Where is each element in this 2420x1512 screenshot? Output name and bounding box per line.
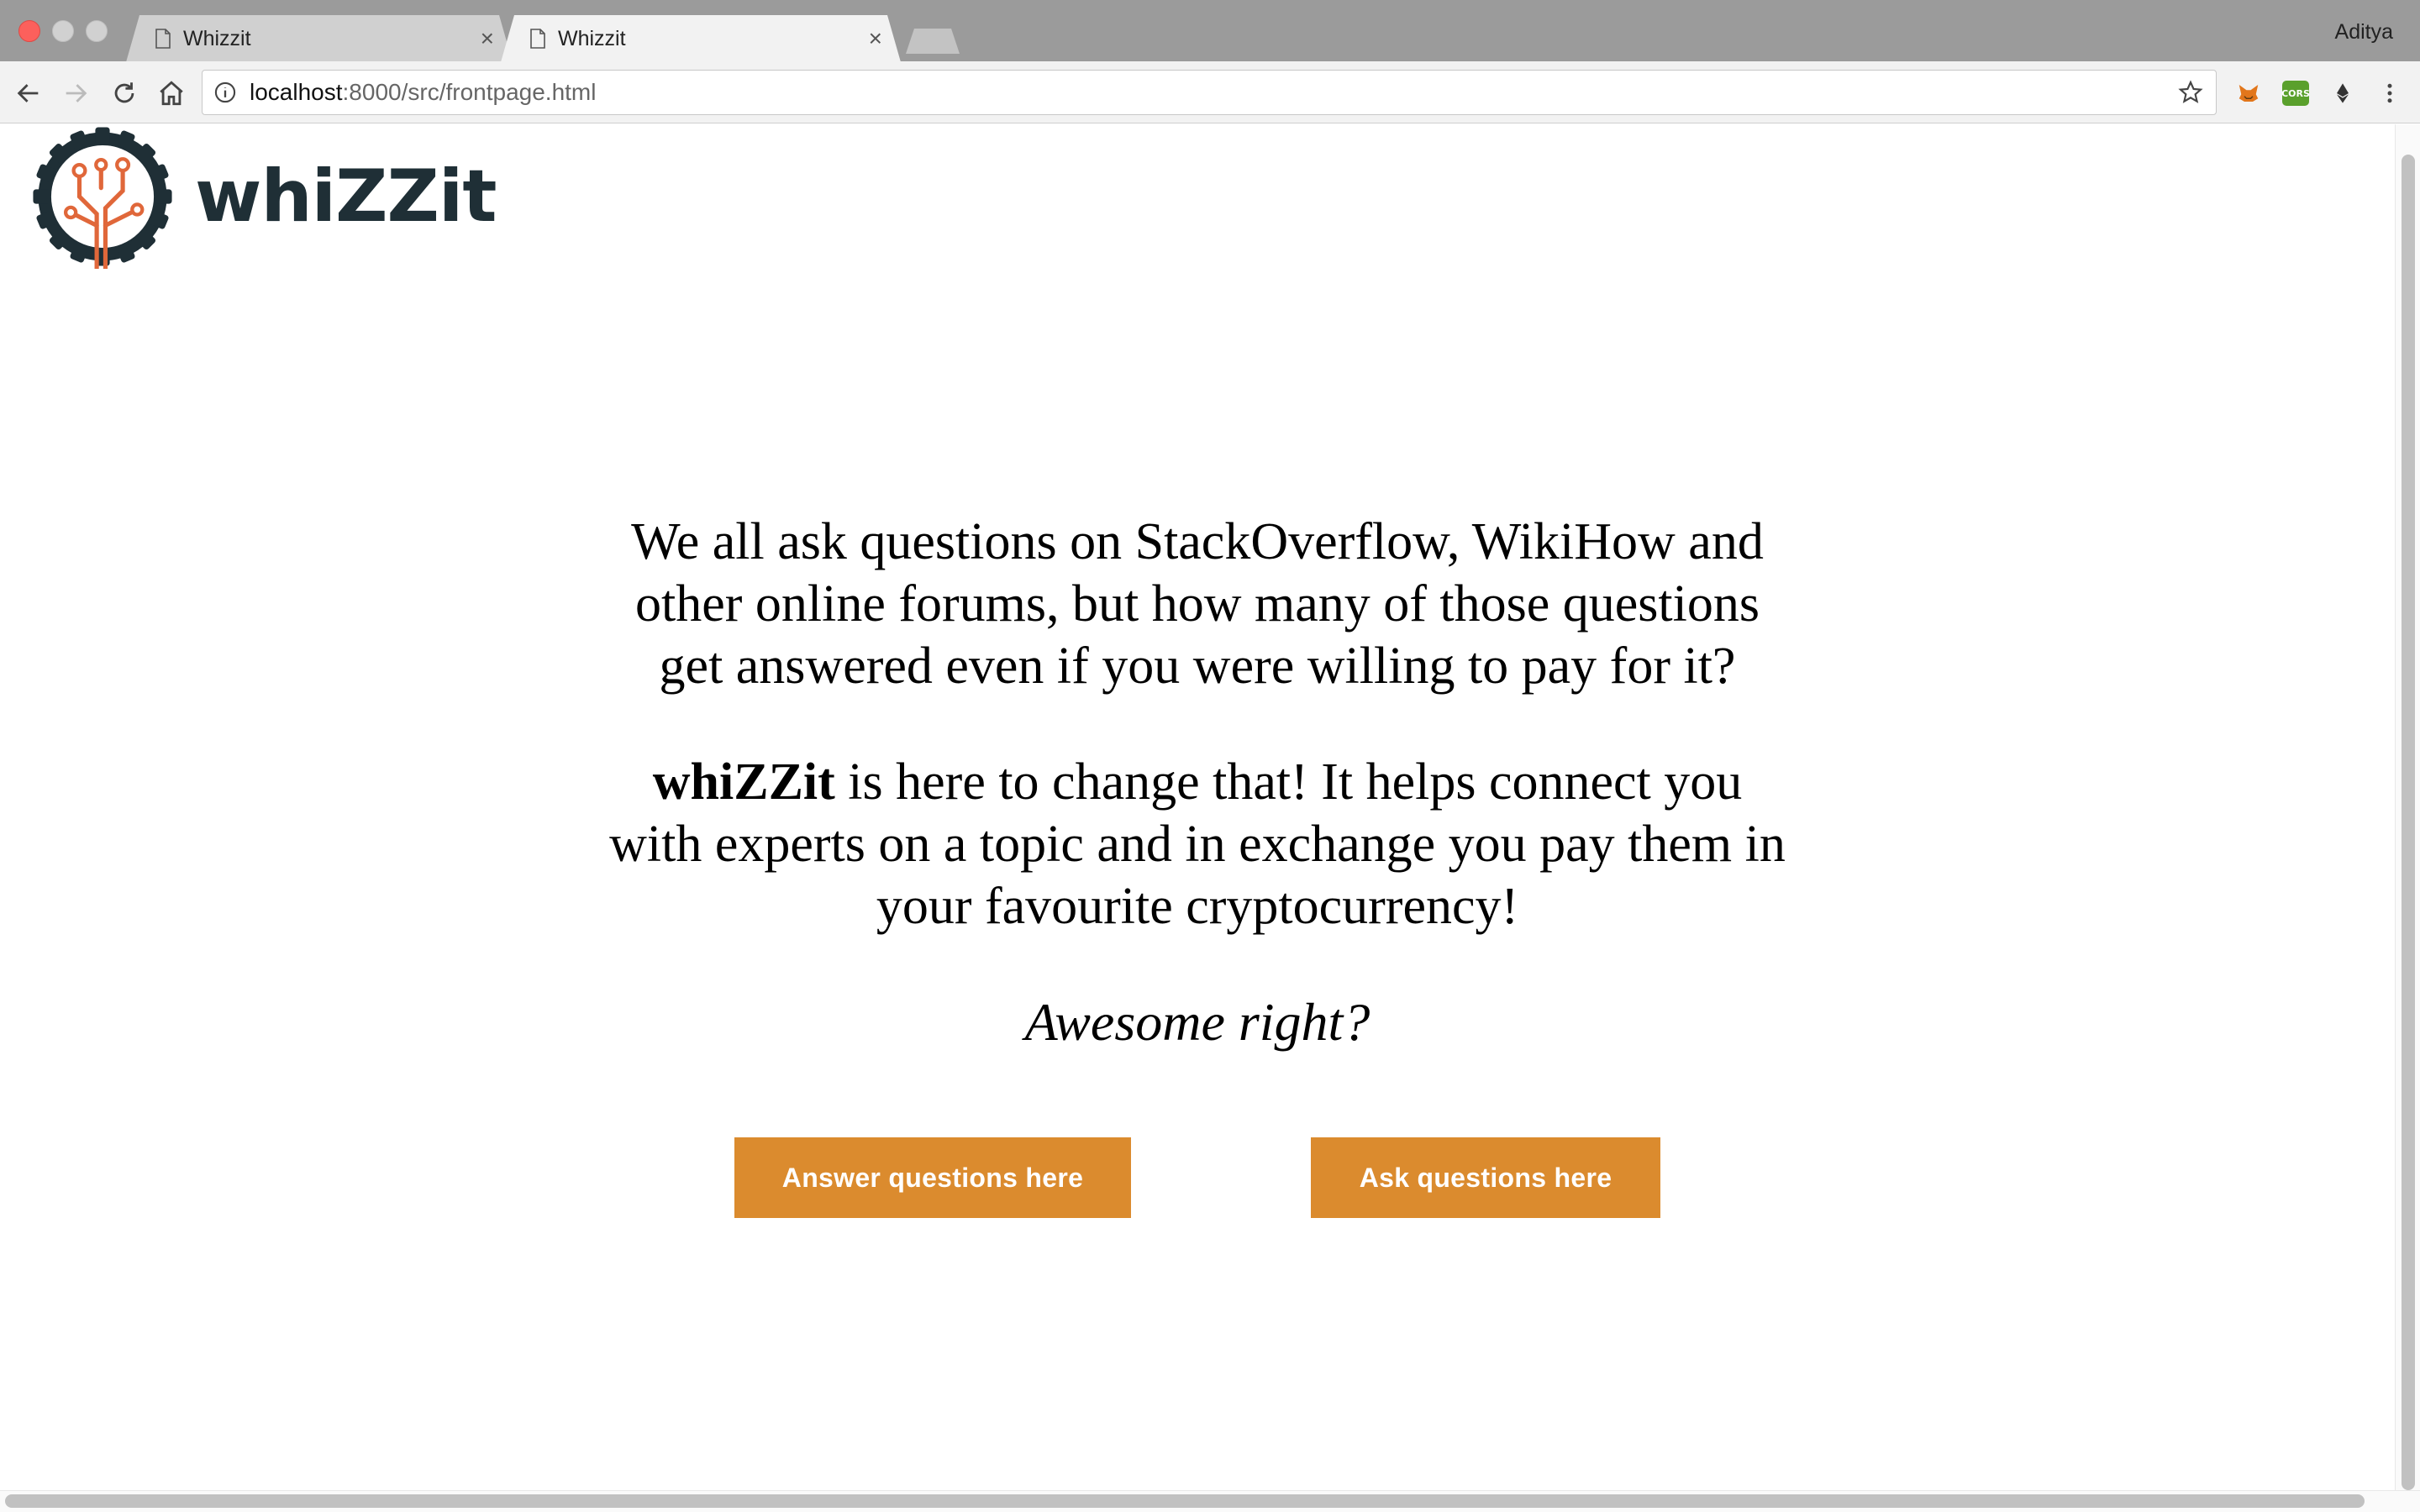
hero-content: We all ask questions on StackOverflow, W… xyxy=(0,511,2395,1053)
arrow-left-icon xyxy=(17,84,39,102)
ethereum-extension-icon[interactable] xyxy=(2328,78,2358,108)
vertical-scroll-thumb[interactable] xyxy=(2402,155,2415,1490)
new-tab-button[interactable] xyxy=(906,29,960,54)
info-icon[interactable] xyxy=(213,80,238,105)
intro-paragraph: We all ask questions on StackOverflow, W… xyxy=(631,513,1764,695)
metamask-fox-icon[interactable] xyxy=(2233,78,2264,108)
tab-whizzit-2[interactable]: Whizzit × xyxy=(501,15,901,62)
gear-circuit-logo-icon xyxy=(33,127,172,269)
page-icon xyxy=(529,29,546,49)
brand-name: whiZZit xyxy=(652,753,835,811)
page-viewport: whiZZit We all ask questions on StackOve… xyxy=(0,124,2420,1512)
tab-title: Whizzit xyxy=(183,26,251,50)
zoom-window-button[interactable] xyxy=(86,20,108,42)
minimize-window-button[interactable] xyxy=(52,20,74,42)
whizzit-logo[interactable]: whiZZit xyxy=(30,124,497,269)
close-window-button[interactable] xyxy=(18,20,40,42)
cors-extension-icon[interactable]: CORS xyxy=(2281,78,2311,108)
logo-wordmark: whiZZit xyxy=(195,155,497,239)
home-icon xyxy=(160,81,183,106)
address-bar[interactable]: localhost:8000/src/frontpage.html xyxy=(202,70,2217,115)
tagline: Awesome right? xyxy=(1024,992,1370,1052)
more-menu-icon[interactable] xyxy=(2375,78,2405,108)
tab-title: Whizzit xyxy=(558,26,626,50)
home-button[interactable] xyxy=(155,76,188,110)
browser-toolbar: localhost:8000/src/frontpage.html CORS xyxy=(0,61,2420,123)
tab-close-icon[interactable]: × xyxy=(481,27,494,50)
horizontal-scroll-thumb[interactable] xyxy=(5,1494,2365,1508)
reload-button[interactable] xyxy=(108,76,141,110)
horizontal-scrollbar[interactable] xyxy=(0,1490,2420,1512)
url-text: localhost:8000/src/frontpage.html xyxy=(250,79,597,105)
back-button[interactable] xyxy=(12,76,45,110)
tab-whizzit-1[interactable]: Whizzit × xyxy=(126,15,513,62)
bookmark-star-icon[interactable] xyxy=(2177,79,2204,106)
vertical-scrollbar[interactable] xyxy=(2395,124,2420,1490)
answer-questions-button[interactable]: Answer questions here xyxy=(734,1137,1131,1218)
ask-questions-button[interactable]: Ask questions here xyxy=(1311,1137,1660,1218)
arrow-right-icon xyxy=(66,84,87,102)
forward-button[interactable] xyxy=(59,76,92,110)
title-bar: Whizzit × Whizzit × Aditya xyxy=(0,0,2420,61)
page-icon xyxy=(155,29,171,49)
profile-name[interactable]: Aditya xyxy=(2335,20,2393,45)
reload-icon xyxy=(114,82,134,103)
pitch-paragraph: whiZZit is here to change that! It helps… xyxy=(601,751,1794,937)
tab-close-icon[interactable]: × xyxy=(869,27,882,50)
